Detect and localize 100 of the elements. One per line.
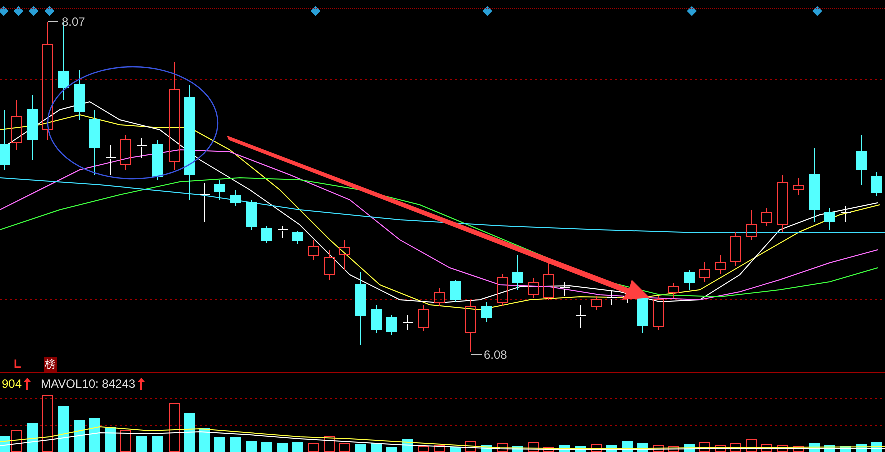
volume-bar bbox=[292, 442, 304, 452]
diamond-marker bbox=[0, 6, 9, 16]
candlestick bbox=[214, 180, 226, 200]
volume-bar bbox=[466, 442, 476, 452]
chart-badge: 榜 bbox=[44, 357, 57, 372]
candlestick bbox=[778, 174, 788, 232]
volume-bar bbox=[730, 444, 742, 452]
up-arrow-icon bbox=[24, 378, 32, 390]
volume-bar bbox=[246, 442, 258, 452]
volume-bar bbox=[136, 436, 148, 452]
candlestick bbox=[90, 110, 100, 176]
candlestick bbox=[402, 314, 414, 330]
candlestick bbox=[528, 278, 540, 298]
candlestick bbox=[152, 140, 164, 180]
volume-bar bbox=[262, 442, 272, 452]
volume-bar bbox=[120, 430, 132, 452]
high-price-label: 8.07 bbox=[62, 15, 86, 29]
volume-bar bbox=[668, 446, 680, 452]
volume-bar bbox=[576, 446, 586, 452]
volume-bar bbox=[152, 436, 164, 452]
candlestick bbox=[668, 282, 680, 298]
volume-bar bbox=[214, 438, 226, 452]
volume-bar bbox=[746, 440, 758, 452]
chart-marker: L bbox=[14, 357, 22, 371]
candlestick bbox=[292, 230, 304, 244]
candlestick bbox=[794, 178, 804, 196]
candlestick bbox=[372, 304, 382, 334]
candlestick bbox=[386, 314, 398, 336]
candlestick bbox=[824, 208, 836, 230]
candlestick bbox=[136, 138, 148, 158]
volume-bar bbox=[106, 428, 116, 452]
candlestick bbox=[700, 262, 710, 282]
volume-bar bbox=[184, 414, 196, 452]
candlestick bbox=[606, 290, 618, 306]
candlestick bbox=[654, 296, 664, 330]
volume-bar bbox=[340, 444, 350, 452]
volume-bar bbox=[592, 444, 602, 452]
candlestick bbox=[872, 172, 882, 196]
diamond-marker bbox=[812, 6, 822, 16]
diamond-marker bbox=[687, 6, 698, 16]
volume-bar bbox=[90, 418, 100, 452]
volume-bar bbox=[42, 396, 54, 452]
candlestick bbox=[106, 144, 116, 176]
volume-bar bbox=[58, 406, 70, 452]
candlestick bbox=[12, 100, 22, 150]
candlestick bbox=[434, 288, 446, 306]
candlestick bbox=[308, 240, 320, 260]
volume-bar bbox=[544, 448, 554, 452]
candlestick bbox=[324, 250, 336, 280]
volume-bar bbox=[528, 442, 540, 452]
candlestick bbox=[592, 296, 602, 310]
volume-bar bbox=[170, 404, 180, 452]
candlestick bbox=[340, 240, 350, 270]
volume-bar bbox=[434, 446, 446, 452]
volume-bar bbox=[762, 444, 772, 452]
candlestick bbox=[28, 94, 38, 160]
volume-bar bbox=[74, 420, 86, 452]
volume-bar bbox=[778, 446, 788, 452]
candlestick bbox=[120, 134, 132, 170]
candlestick bbox=[762, 208, 772, 226]
volume-bar bbox=[308, 444, 320, 452]
candlestick bbox=[200, 182, 210, 222]
volume-bar bbox=[12, 430, 22, 452]
volume-bar bbox=[200, 428, 210, 452]
volume-bar bbox=[386, 448, 398, 452]
candlestick bbox=[576, 304, 586, 328]
volume-bar bbox=[230, 438, 242, 452]
candlestick bbox=[246, 200, 258, 230]
volume-bar bbox=[654, 446, 664, 452]
diamond-marker bbox=[44, 6, 55, 16]
volume-bar bbox=[716, 446, 726, 452]
volume-bar bbox=[450, 448, 462, 452]
candlestick bbox=[856, 134, 868, 186]
volume-bar bbox=[372, 444, 382, 452]
volume-bar bbox=[324, 436, 336, 452]
candlestick bbox=[746, 210, 758, 240]
volume-bar bbox=[498, 444, 508, 452]
candlestick bbox=[716, 254, 726, 274]
volume-bar bbox=[512, 446, 524, 452]
volume-label: MAVOL10: 84243 bbox=[41, 377, 136, 391]
leader-line bbox=[470, 354, 482, 356]
candlestick bbox=[730, 232, 742, 266]
candlestick bbox=[418, 304, 430, 332]
volume-label: 904 bbox=[2, 377, 22, 391]
candlestick bbox=[74, 70, 86, 120]
candlestick bbox=[278, 226, 288, 238]
volume-bar bbox=[700, 442, 710, 452]
diamond-marker bbox=[310, 6, 321, 16]
volume-bar bbox=[418, 446, 430, 452]
candlestick bbox=[684, 270, 696, 290]
diamond-marker bbox=[28, 6, 39, 16]
volume-bar bbox=[28, 424, 38, 452]
candlestick bbox=[498, 274, 508, 306]
diamond-marker bbox=[14, 6, 24, 16]
candlestick bbox=[466, 300, 476, 352]
candlestick bbox=[230, 190, 242, 206]
candlestick bbox=[450, 280, 462, 302]
volume-bar bbox=[840, 446, 852, 452]
candlestick bbox=[560, 282, 570, 296]
diamond-marker bbox=[482, 6, 493, 16]
